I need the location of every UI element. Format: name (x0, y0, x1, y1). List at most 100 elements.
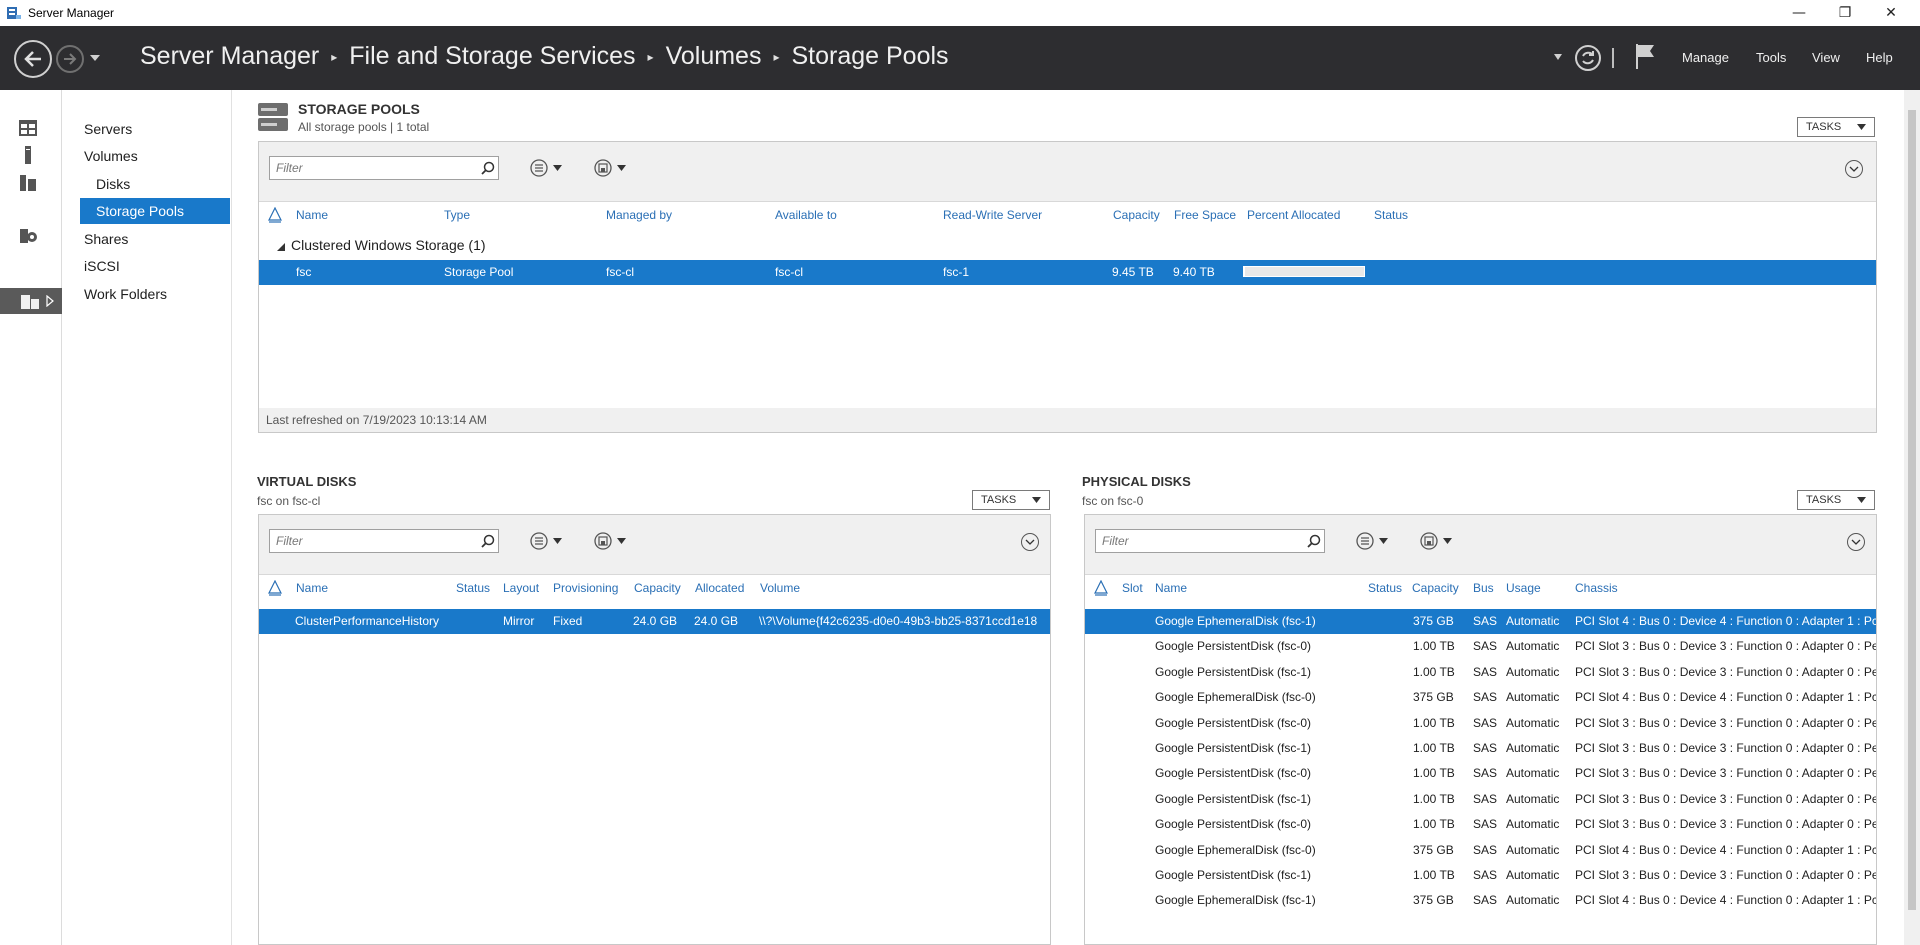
list-view-button[interactable] (529, 531, 569, 551)
scrollbar-thumb[interactable] (1908, 110, 1916, 910)
collapse-button[interactable] (1847, 533, 1865, 551)
search-icon[interactable] (1307, 534, 1321, 548)
physical-disks-tasks-button[interactable]: TASKS (1797, 490, 1875, 510)
column-capacity[interactable]: Capacity (1113, 208, 1160, 222)
nav-item-volumes[interactable]: Volumes (62, 143, 230, 169)
physical-disks-filter-input[interactable]: Filter (1095, 529, 1325, 553)
cell-bus: SAS (1473, 817, 1498, 832)
nav-item-iscsi[interactable]: iSCSI (62, 253, 230, 279)
column-status[interactable]: Status (1374, 208, 1408, 222)
back-button[interactable] (14, 40, 52, 78)
minimize-button[interactable]: — (1776, 0, 1822, 26)
cell-name: fsc (296, 265, 312, 279)
column-capacity[interactable]: Capacity (1412, 581, 1459, 595)
nav-item-disks[interactable]: Disks (62, 171, 230, 197)
menu-help[interactable]: Help (1866, 50, 1893, 65)
menu-view[interactable]: View (1812, 50, 1840, 65)
column-available-to[interactable]: Available to (775, 208, 837, 222)
search-icon[interactable] (481, 534, 495, 548)
sort-icon[interactable] (268, 580, 282, 596)
breadcrumb-file-storage[interactable]: File and Storage Services (349, 42, 635, 71)
rds-icon[interactable] (18, 226, 38, 246)
column-slot[interactable]: Slot (1122, 581, 1143, 595)
column-provisioning[interactable]: Provisioning (553, 581, 618, 595)
column-status[interactable]: Status (456, 581, 490, 595)
column-status[interactable]: Status (1368, 581, 1402, 595)
table-row[interactable]: Google PersistentDisk (fsc-0) 1.00 TB SAS A… (1085, 711, 1876, 736)
history-dropdown-icon[interactable] (90, 54, 100, 62)
column-chassis[interactable]: Chassis (1575, 581, 1618, 595)
nav-item-work-folders[interactable]: Work Folders (62, 281, 230, 307)
column-percent-allocated[interactable]: Percent Allocated (1247, 208, 1340, 222)
table-row[interactable]: Google PersistentDisk (fsc-0) 1.00 TB SAS A… (1085, 761, 1876, 786)
table-row[interactable]: Google EphemeralDisk (fsc-1) 375 GB SAS Aut… (1085, 609, 1876, 634)
breadcrumb-server-manager[interactable]: Server Manager (140, 42, 319, 71)
cell-capacity: 1.00 TB (1413, 741, 1455, 755)
page-scrollbar[interactable] (1904, 90, 1920, 945)
storage-pools-filter-input[interactable]: Filter (269, 156, 499, 180)
table-row[interactable]: ClusterPerformanceHistory Mirror Fixed 2… (259, 609, 1050, 634)
table-row[interactable]: Google PersistentDisk (fsc-1) 1.00 TB SAS A… (1085, 787, 1876, 812)
column-usage[interactable]: Usage (1506, 581, 1541, 595)
column-capacity[interactable]: Capacity (634, 581, 681, 595)
flag-icon[interactable] (1634, 42, 1658, 70)
virtual-disks-tasks-button[interactable]: TASKS (972, 490, 1050, 510)
forward-button[interactable] (56, 45, 84, 73)
column-allocated[interactable]: Allocated (695, 581, 744, 595)
nav-item-servers[interactable]: Servers (62, 116, 230, 142)
list-view-button[interactable] (529, 158, 569, 178)
column-name[interactable]: Name (1155, 581, 1187, 595)
save-query-button[interactable] (1419, 531, 1459, 551)
cell-bus: SAS (1473, 791, 1498, 806)
table-row[interactable]: Google EphemeralDisk (fsc-1) 375 GB SAS Aut… (1085, 888, 1876, 913)
close-button[interactable]: ✕ (1868, 0, 1914, 26)
notifications-dropdown-icon[interactable] (1554, 54, 1562, 60)
local-server-icon[interactable] (18, 145, 38, 165)
table-row[interactable]: Google PersistentDisk (fsc-1) 1.00 TB SAS A… (1085, 863, 1876, 888)
collapse-button[interactable] (1845, 160, 1863, 178)
column-bus[interactable]: Bus (1473, 581, 1494, 595)
table-row[interactable]: Google EphemeralDisk (fsc-0) 375 GB SAS Aut… (1085, 838, 1876, 863)
cell-chassis: PCI Slot 3 : Bus 0 : Device 3 : Function… (1575, 791, 1876, 806)
cell-chassis: PCI Slot 3 : Bus 0 : Device 3 : Function… (1575, 766, 1876, 781)
table-row[interactable]: Google PersistentDisk (fsc-0) 1.00 TB SAS A… (1085, 812, 1876, 837)
table-row[interactable]: Google EphemeralDisk (fsc-0) 375 GB SAS Aut… (1085, 685, 1876, 710)
table-row[interactable]: fsc Storage Pool fsc-cl fsc-cl fsc-1 9.4… (259, 260, 1876, 285)
table-row[interactable]: Google PersistentDisk (fsc-0) 1.00 TB SAS A… (1085, 634, 1876, 659)
virtual-disks-filter-input[interactable]: Filter (269, 529, 499, 553)
sort-icon[interactable] (1094, 580, 1108, 596)
column-type[interactable]: Type (444, 208, 470, 222)
collapse-button[interactable] (1021, 533, 1039, 551)
column-name[interactable]: Name (296, 581, 328, 595)
table-row[interactable]: Google PersistentDisk (fsc-1) 1.00 TB SAS A… (1085, 736, 1876, 761)
column-rw-server[interactable]: Read-Write Server (943, 208, 1042, 222)
cell-bus: SAS (1473, 842, 1498, 857)
expand-arrow-icon[interactable] (46, 295, 54, 307)
search-icon[interactable] (481, 161, 495, 175)
menu-tools[interactable]: Tools (1756, 50, 1786, 65)
restore-button[interactable]: ❐ (1822, 0, 1868, 26)
collapse-triangle-icon[interactable] (277, 243, 285, 251)
chevron-down-icon (1857, 124, 1866, 130)
dashboard-icon[interactable] (18, 118, 38, 138)
save-query-button[interactable] (593, 158, 633, 178)
table-row[interactable]: Google PersistentDisk (fsc-1) 1.00 TB SAS A… (1085, 660, 1876, 685)
nav-item-shares[interactable]: Shares (62, 226, 230, 252)
column-name[interactable]: Name (296, 208, 328, 222)
column-layout[interactable]: Layout (503, 581, 539, 595)
menu-manage[interactable]: Manage (1682, 50, 1729, 65)
cell-capacity: 1.00 TB (1413, 791, 1455, 806)
column-managed-by[interactable]: Managed by (606, 208, 672, 222)
file-storage-icon[interactable] (20, 292, 40, 312)
nav-item-storage-pools[interactable]: Storage Pools (80, 198, 230, 224)
sort-icon[interactable] (268, 207, 282, 223)
storage-pools-tasks-button[interactable]: TASKS (1797, 117, 1875, 137)
chevron-down-icon (617, 538, 626, 544)
all-servers-icon[interactable] (18, 172, 38, 192)
refresh-icon[interactable] (1574, 44, 1602, 72)
column-volume[interactable]: Volume (760, 581, 800, 595)
save-query-button[interactable] (593, 531, 633, 551)
list-view-button[interactable] (1355, 531, 1395, 551)
breadcrumb-volumes[interactable]: Volumes (666, 42, 762, 71)
column-free-space[interactable]: Free Space (1174, 208, 1236, 222)
